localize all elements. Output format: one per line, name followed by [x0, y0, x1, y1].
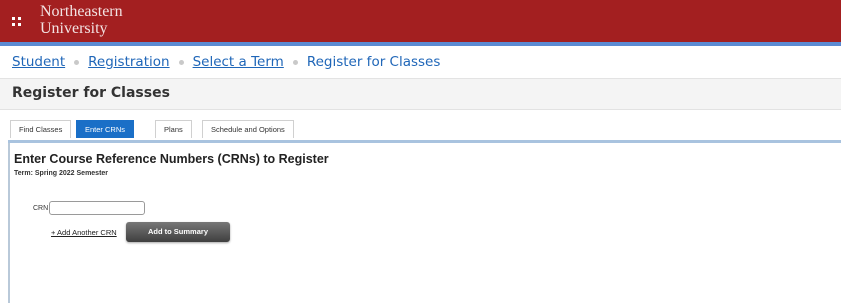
term-label: Term: Spring 2022 Semester: [14, 170, 109, 177]
tab-enter-crns[interactable]: Enter CRNs: [76, 120, 135, 138]
tab-strip: Find Classes Enter CRNs Plans Schedule a…: [0, 110, 841, 142]
crn-label: CRN: [33, 205, 49, 212]
brand-line-1: Northeastern: [40, 3, 123, 20]
crn-input[interactable]: [49, 201, 145, 215]
panel-heading: Enter Course Reference Numbers (CRNs) to…: [14, 152, 329, 166]
add-another-crn-link[interactable]: + Add Another CRN: [51, 228, 117, 237]
grid-icon[interactable]: [12, 17, 22, 27]
breadcrumb-registration[interactable]: Registration: [88, 54, 169, 70]
add-to-summary-button[interactable]: Add to Summary: [126, 222, 230, 242]
breadcrumb-current: Register for Classes: [306, 54, 441, 70]
breadcrumb-separator: [74, 59, 80, 65]
breadcrumb-separator: [178, 59, 184, 65]
breadcrumb-student[interactable]: Student: [12, 54, 65, 70]
breadcrumb-select-term[interactable]: Select a Term: [193, 54, 284, 70]
tab-schedule-and-options[interactable]: Schedule and Options: [202, 120, 294, 138]
brand-line-2: University: [40, 20, 108, 37]
page-title: Register for Classes: [12, 85, 170, 101]
breadcrumb: Student Registration Select a Term Register…: [12, 54, 440, 70]
top-banner: Northeastern University: [0, 0, 841, 42]
breadcrumb-bar: Student Registration Select a Term Register…: [0, 46, 841, 79]
title-bar: Register for Classes: [0, 79, 841, 110]
breadcrumb-separator: [292, 59, 298, 65]
university-logo[interactable]: Northeastern University: [40, 3, 123, 37]
tab-find-classes[interactable]: Find Classes: [10, 120, 72, 138]
tab-plans[interactable]: Plans: [155, 120, 192, 138]
